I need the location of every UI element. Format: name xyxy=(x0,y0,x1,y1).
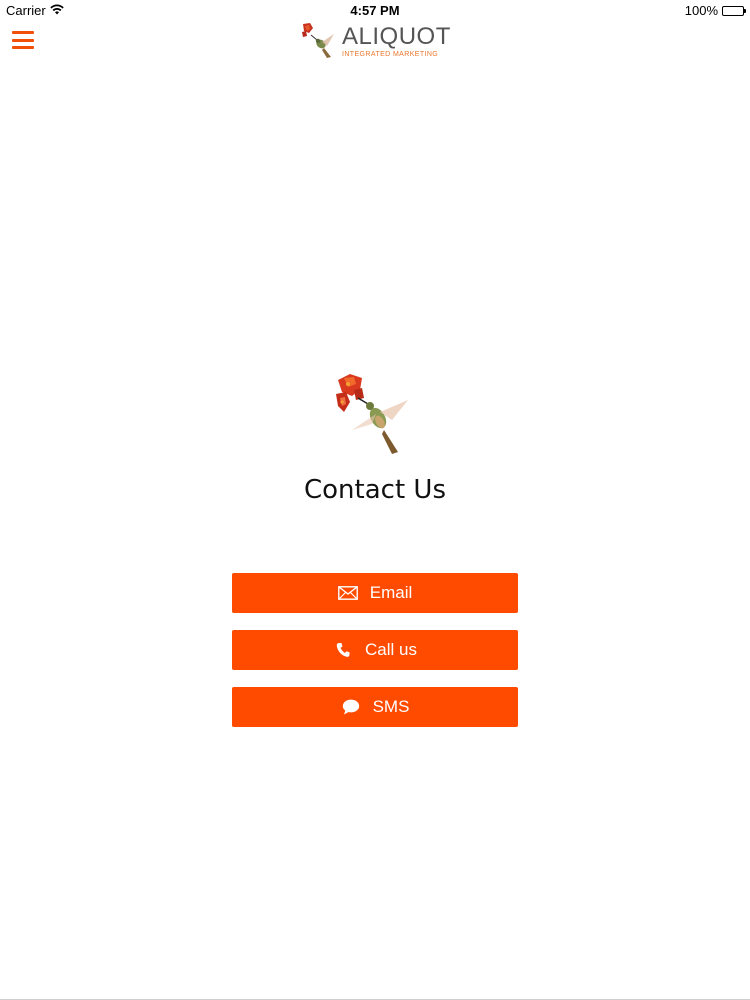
email-button-label: Email xyxy=(369,583,413,602)
status-right: 100% xyxy=(684,3,746,18)
call-us-button[interactable]: Call us xyxy=(232,630,518,670)
call-us-button-label: Call us xyxy=(365,640,417,659)
battery-icon xyxy=(722,5,746,16)
hummingbird-logo-icon xyxy=(302,23,334,58)
brand-text: ALIQUOT INTEGRATED MARKETING xyxy=(342,25,451,59)
page-title: Contact Us xyxy=(304,475,446,505)
brand-tagline: INTEGRATED MARKETING xyxy=(342,51,439,58)
hamburger-menu-icon[interactable] xyxy=(12,31,34,49)
status-bar: Carrier 4:57 PM 100% xyxy=(0,0,750,20)
contact-screen: Carrier 4:57 PM 100% ALIQUOT INTEGRATED … xyxy=(0,0,750,1000)
phone-icon xyxy=(333,640,353,660)
sms-button[interactable]: SMS xyxy=(232,687,518,727)
brand-name: ALIQUOT xyxy=(342,23,451,50)
brand-logo: ALIQUOT INTEGRATED MARKETING xyxy=(300,22,451,60)
battery-percent: 100% xyxy=(684,3,718,18)
email-button[interactable]: Email xyxy=(232,573,518,613)
chat-bubble-icon xyxy=(341,697,361,717)
envelope-icon xyxy=(337,583,358,603)
hummingbird-illustration-icon xyxy=(336,374,408,454)
status-time: 4:57 PM xyxy=(350,3,400,18)
sms-button-label: SMS xyxy=(372,697,410,716)
